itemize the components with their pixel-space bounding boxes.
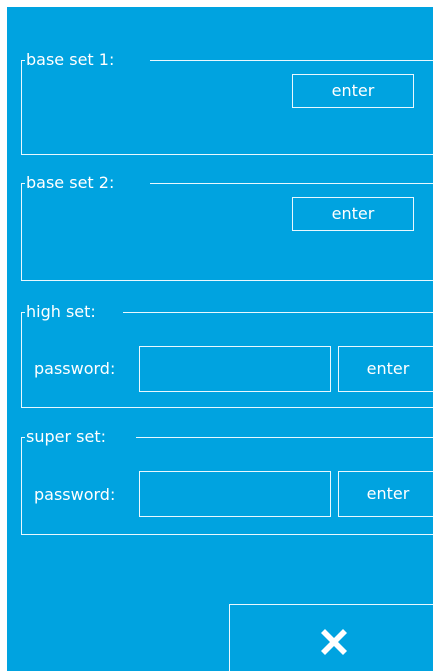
super-set-enter-button[interactable]: enter <box>338 471 433 517</box>
group-border-line <box>150 183 433 184</box>
group-border-line <box>150 60 433 61</box>
super-set-password-label: password: <box>34 485 116 504</box>
group-border-line <box>136 437 433 438</box>
high-set-password-input[interactable] <box>139 346 331 392</box>
base-set-1-title: base set 1: <box>26 50 118 70</box>
super-set-title: super set: <box>26 427 109 447</box>
super-set-group: super set: password: enter <box>21 427 433 535</box>
high-set-group: high set: password: enter <box>21 302 433 408</box>
base-set-1-enter-button[interactable]: enter <box>292 74 414 108</box>
settings-panel: base set 1: enter base set 2: enter high… <box>7 7 433 671</box>
high-set-password-label: password: <box>34 359 116 378</box>
close-icon <box>321 629 347 655</box>
base-set-2-title: base set 2: <box>26 173 118 193</box>
group-border-line <box>123 312 433 313</box>
login-screen: base set 1: enter base set 2: enter high… <box>0 0 433 671</box>
high-set-title: high set: <box>26 302 99 322</box>
close-button[interactable] <box>229 604 433 671</box>
base-set-2-enter-button[interactable]: enter <box>292 197 414 231</box>
base-set-2-group: base set 2: enter <box>21 173 433 281</box>
super-set-password-input[interactable] <box>139 471 331 517</box>
high-set-enter-button[interactable]: enter <box>338 346 433 392</box>
base-set-1-group: base set 1: enter <box>21 50 433 155</box>
